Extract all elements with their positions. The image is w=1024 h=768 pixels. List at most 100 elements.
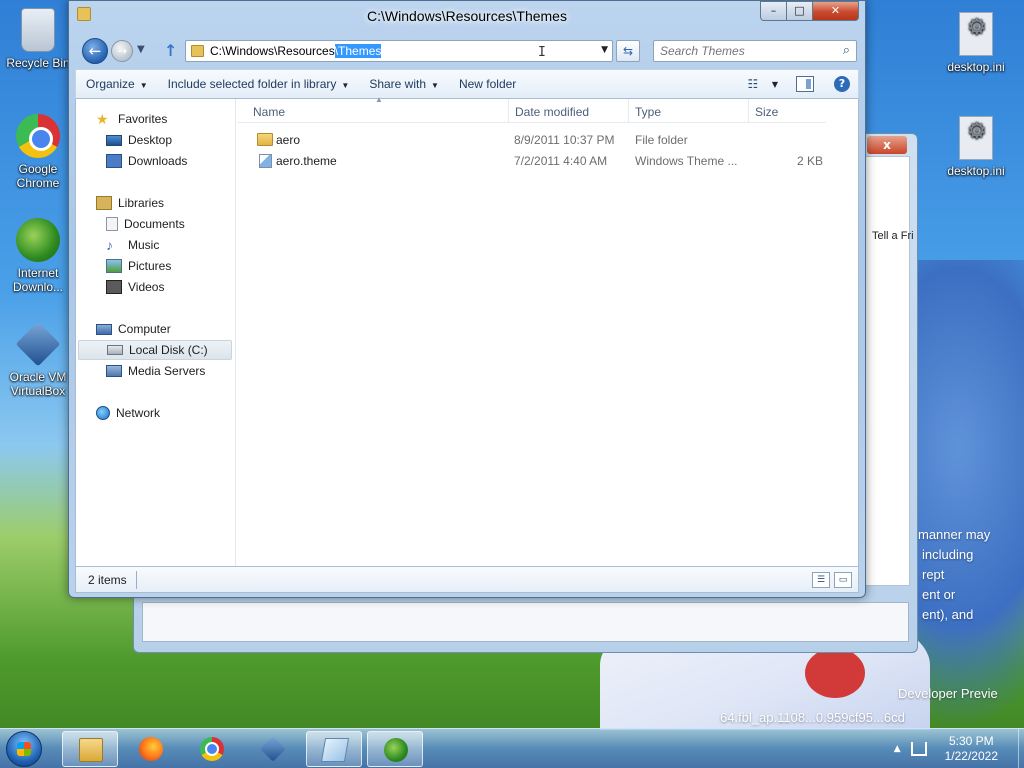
address-path: C:\Windows\Resources: [210, 44, 335, 58]
desktop-icon-virtualbox[interactable]: Oracle VM VirtualBox: [2, 321, 74, 398]
nav-label: Computer: [118, 322, 171, 336]
nav-item-pictures[interactable]: Pictures: [106, 256, 171, 276]
column-type[interactable]: Type: [629, 99, 749, 123]
file-size: 2 KB: [797, 154, 824, 168]
theme-file-icon: [259, 154, 272, 168]
recent-pages-dropdown[interactable]: ▼: [137, 44, 145, 55]
navigation-row: ← → ▼ ↑ C:\Windows\Resources\Themes I ▼ …: [69, 35, 865, 67]
search-icon[interactable]: ⌕: [843, 43, 850, 58]
taskbar-virtualbox-button[interactable]: [245, 731, 301, 767]
wallpaper-text: including: [922, 547, 974, 562]
wallpaper-text: manner may: [918, 527, 991, 542]
close-button[interactable]: ✕: [813, 1, 859, 21]
address-text[interactable]: C:\Windows\Resources\Themes: [210, 44, 382, 58]
back-button[interactable]: ←: [82, 38, 108, 64]
file-row-aero[interactable]: aero 8/9/2011 10:37 PM File folder: [249, 130, 826, 150]
up-arrow-icon[interactable]: ↑: [164, 41, 177, 60]
desktop-icon-desktop-ini[interactable]: desktop.ini: [940, 116, 1012, 178]
nav-item-computer[interactable]: Computer: [96, 319, 171, 339]
firefox-icon: [139, 737, 163, 761]
details-view-icon[interactable]: ☰: [812, 572, 830, 588]
start-button[interactable]: [6, 731, 42, 767]
chevron-down-icon[interactable]: ▼: [601, 45, 608, 55]
show-hidden-icons-icon[interactable]: ▲: [894, 744, 901, 754]
search-box[interactable]: ⌕: [653, 40, 857, 62]
clock[interactable]: 5:30 PM 1/22/2022: [945, 734, 998, 764]
new-folder-button[interactable]: New folder: [449, 71, 526, 97]
tell-a-friend-label[interactable]: Tell a Fri: [872, 230, 914, 242]
nav-item-libraries[interactable]: Libraries: [96, 193, 164, 213]
nav-item-favorites[interactable]: ★ Favorites: [96, 109, 167, 129]
videos-icon: [106, 280, 122, 294]
taskbar-explorer-button[interactable]: [62, 731, 118, 767]
desktop-icon-recycle-bin[interactable]: Recycle Bin: [2, 8, 74, 70]
include-in-library-button[interactable]: Include selected folder in library ▼: [158, 71, 360, 97]
minimize-button[interactable]: –: [760, 1, 787, 21]
taskbar-idm-button[interactable]: [367, 731, 423, 767]
refresh-button[interactable]: ⇆: [616, 40, 640, 62]
desktop-icon-desktop-ini[interactable]: desktop.ini: [940, 12, 1012, 74]
libraries-icon: [96, 196, 112, 210]
column-headers: ▲ Name Date modified Type Size: [237, 95, 829, 123]
folder-icon: [257, 133, 273, 146]
nav-item-downloads[interactable]: Downloads: [106, 151, 187, 171]
help-button[interactable]: ?: [834, 76, 850, 92]
virtualbox-icon: [15, 321, 61, 367]
large-icons-view-icon[interactable]: ▭: [834, 572, 852, 588]
nav-item-videos[interactable]: Videos: [106, 277, 164, 297]
chrome-icon: [200, 737, 224, 761]
file-row-aero-theme[interactable]: aero.theme 7/2/2011 4:40 AM Windows Them…: [249, 151, 826, 171]
desktop-icon-label: Recycle Bin: [6, 56, 70, 70]
settings-file-icon: [959, 116, 993, 160]
chevron-down-icon: ▼: [341, 81, 350, 90]
include-label: Include selected folder in library: [167, 77, 337, 91]
nav-item-documents[interactable]: Documents: [106, 214, 185, 234]
nav-item-media-servers[interactable]: Media Servers: [106, 361, 205, 381]
idm-icon: [16, 218, 60, 262]
nav-label: Downloads: [128, 154, 188, 168]
notification-area: ▲ 5:30 PM 1/22/2022: [894, 729, 1016, 768]
desktop-icon-label: desktop.ini: [947, 164, 1005, 178]
title-bar[interactable]: C:\Windows\Resources\Themes – □ ✕: [69, 1, 865, 33]
toolbar-right: ☷ ▼ ?: [742, 74, 858, 94]
chevron-down-icon[interactable]: ▼: [772, 80, 778, 89]
show-desktop-button[interactable]: [1018, 729, 1024, 768]
nav-item-desktop[interactable]: Desktop: [106, 130, 172, 150]
nav-label: Network: [116, 406, 161, 420]
desktop-icon-internet-download-manager[interactable]: Internet Downlo...: [2, 218, 74, 294]
column-size[interactable]: Size: [749, 99, 829, 123]
maximize-button[interactable]: □: [787, 1, 813, 21]
taskbar-notes-button[interactable]: [306, 731, 362, 767]
nav-item-network[interactable]: Network: [96, 403, 160, 423]
status-divider: [136, 571, 137, 589]
column-name[interactable]: Name: [247, 99, 509, 123]
forward-button[interactable]: →: [111, 40, 133, 62]
taskbar-chrome-button[interactable]: [184, 731, 240, 767]
navigation-pane: ★ Favorites Desktop Downloads Libraries D…: [76, 99, 236, 566]
nav-item-music[interactable]: ♪ Music: [106, 235, 159, 255]
address-bar[interactable]: C:\Windows\Resources\Themes I ▼: [185, 40, 613, 62]
background-window-scrollbar[interactable]: [142, 602, 909, 642]
desktop-icon-label: desktop.ini: [947, 60, 1005, 74]
search-input[interactable]: [654, 41, 824, 61]
nav-label: Media Servers: [128, 364, 206, 378]
window-title: C:\Windows\Resources\Themes: [367, 8, 567, 24]
desktop-icon-google-chrome[interactable]: Google Chrome: [2, 114, 74, 190]
virtualbox-icon: [260, 736, 286, 762]
share-with-button[interactable]: Share with ▼: [359, 71, 449, 97]
desktop-icon-label: Internet Downlo...: [12, 266, 64, 294]
organize-button[interactable]: Organize ▼: [76, 71, 158, 97]
desktop-icon-label: Google Chrome: [16, 162, 60, 190]
nav-item-local-disk[interactable]: Local Disk (C:): [78, 340, 232, 360]
change-view-icon[interactable]: ☷: [742, 74, 764, 94]
nav-label: Videos: [128, 280, 165, 294]
background-window-close-button[interactable]: x: [867, 136, 907, 154]
column-date-modified[interactable]: Date modified: [509, 99, 629, 123]
preview-pane-icon[interactable]: [796, 76, 814, 92]
share-label: Share with: [369, 77, 427, 91]
background-window-pane: [862, 156, 910, 586]
network-status-icon[interactable]: [910, 742, 927, 756]
file-name: aero: [276, 133, 301, 147]
status-bar: 2 items ☰ ▭: [75, 567, 859, 593]
taskbar-firefox-button[interactable]: [123, 731, 179, 767]
